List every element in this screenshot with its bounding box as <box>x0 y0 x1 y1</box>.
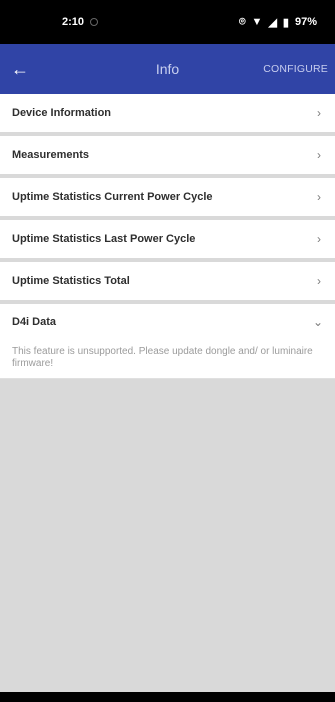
section-label: D4i Data <box>12 316 57 328</box>
status-time: 2:10 <box>62 16 85 28</box>
section-uptime-last-power-cycle[interactable]: Uptime Statistics Last Power Cycle › <box>0 220 335 262</box>
section-d4i-data: D4i Data ⌄ This feature is unsupported. … <box>0 304 335 379</box>
section-label: Device Information <box>12 107 112 119</box>
status-bar: 2:10 ⌾ ▼ ◢ ▮ 97% <box>0 0 335 44</box>
back-button[interactable]: ← <box>2 44 38 94</box>
wifi-icon: ▼ <box>251 16 263 28</box>
chevron-right-icon: › <box>317 148 321 162</box>
signal-icon: ◢ <box>268 16 277 29</box>
d4i-unsupported-message: This feature is unsupported. Please upda… <box>12 346 313 369</box>
configure-button[interactable]: CONFIGURE <box>263 63 328 75</box>
section-uptime-current-power-cycle[interactable]: Uptime Statistics Current Power Cycle › <box>0 178 335 220</box>
chevron-down-icon: ⌄ <box>312 315 323 329</box>
d4i-header[interactable]: D4i Data ⌄ <box>0 304 335 340</box>
section-label: Uptime Statistics Total <box>12 275 130 287</box>
location-icon: ⌾ <box>238 15 246 28</box>
chevron-right-icon: › <box>317 232 321 246</box>
chevron-right-icon: › <box>317 190 321 204</box>
notification-dot-icon <box>90 18 99 26</box>
battery-percent: 97% <box>294 16 317 28</box>
arrow-left-icon: ← <box>11 58 29 79</box>
section-device-information[interactable]: Device Information › <box>0 94 335 136</box>
navigation-bar <box>0 692 335 702</box>
chevron-right-icon: › <box>317 106 321 120</box>
section-uptime-total[interactable]: Uptime Statistics Total › <box>0 262 335 304</box>
status-right: ⌾ ▼ ◢ ▮ 97% <box>239 16 317 29</box>
section-label: Uptime Statistics Current Power Cycle <box>12 191 213 203</box>
battery-icon: ▮ <box>282 16 289 29</box>
section-measurements[interactable]: Measurements › <box>0 136 335 178</box>
status-left: 2:10 <box>62 16 99 28</box>
info-list: Device Information › Measurements › Upti… <box>0 94 335 702</box>
chevron-right-icon: › <box>317 274 321 288</box>
app-bar: ← Info CONFIGURE <box>0 44 335 94</box>
section-label: Measurements <box>12 149 90 161</box>
section-label: Uptime Statistics Last Power Cycle <box>12 233 196 245</box>
